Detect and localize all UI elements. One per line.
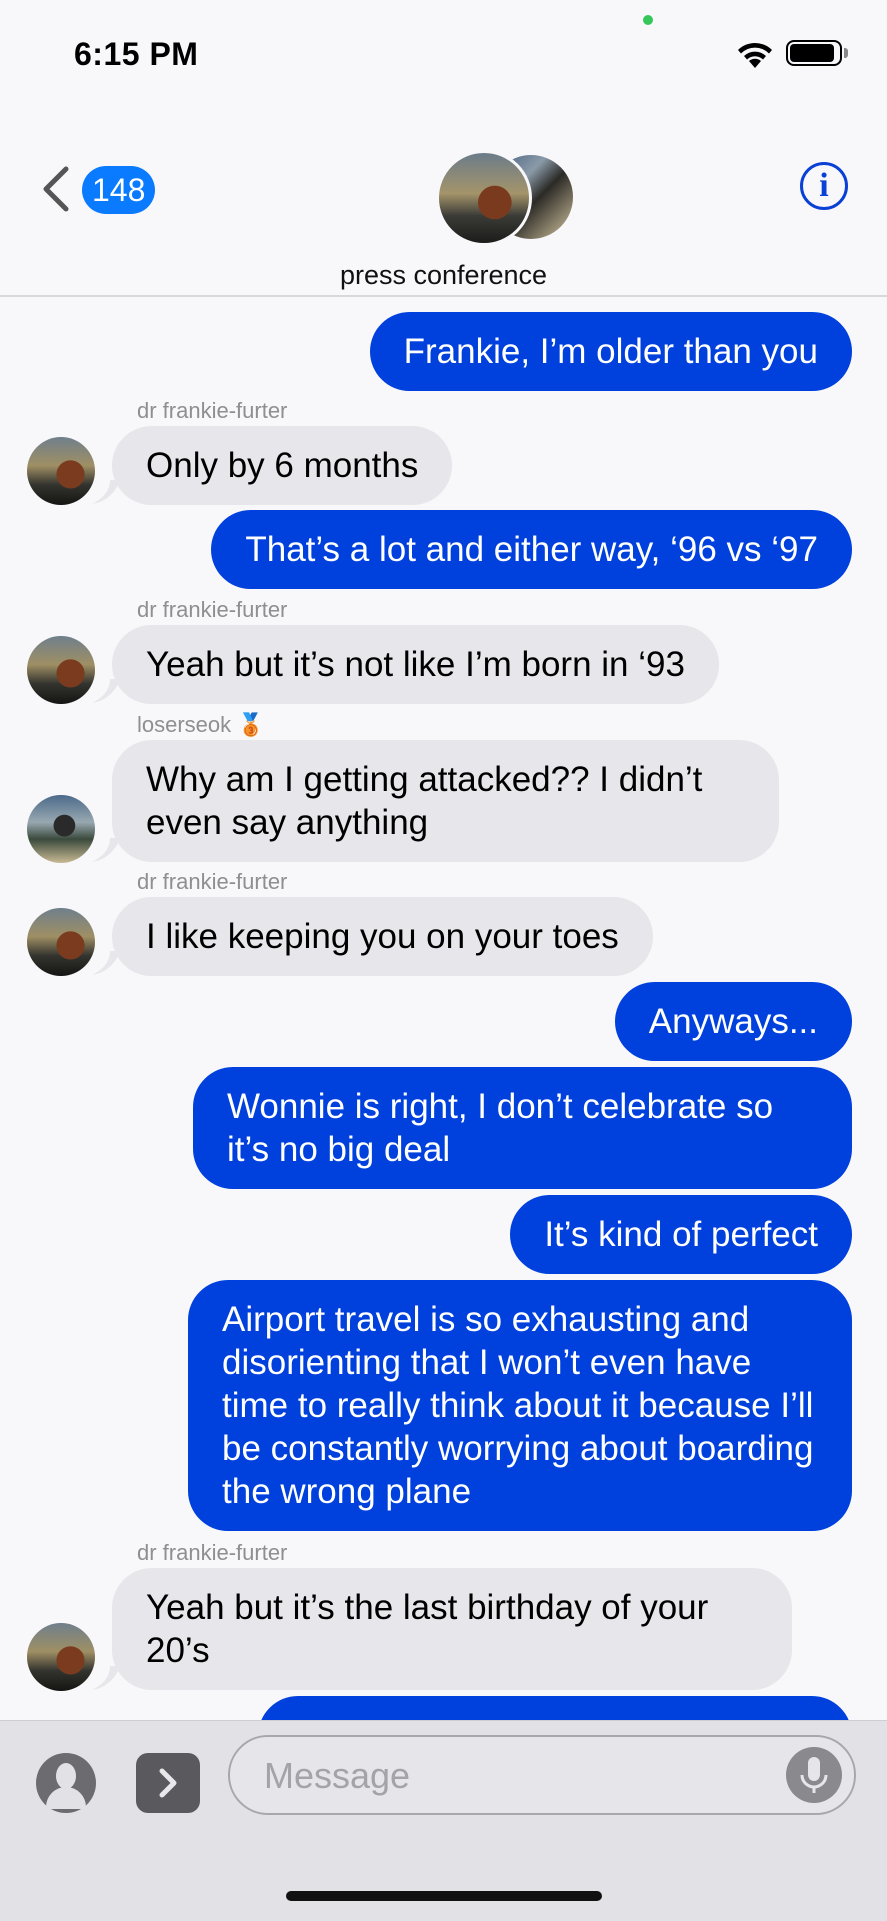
bubble-tail [92, 679, 120, 703]
input-bar: Message [0, 1720, 887, 1921]
sender-name: dr frankie-furter [137, 1540, 288, 1565]
sender-emoji: 🥉 [237, 712, 265, 737]
status-time: 6:15 PM [74, 36, 199, 72]
conversation-header: 148 press conference i [0, 110, 887, 297]
sender-avatar[interactable] [27, 795, 95, 863]
bubble-tail [92, 838, 120, 862]
message-bubble-incoming[interactable]: Yeah but it’s not like I’m born in ‘93 [112, 625, 719, 704]
sender-avatar[interactable] [27, 908, 95, 976]
unread-count-badge: 148 [82, 166, 156, 214]
wifi-icon [738, 42, 772, 68]
bubble-tail [92, 951, 120, 975]
microphone-icon[interactable] [786, 1747, 842, 1803]
sender-avatar[interactable] [27, 636, 95, 704]
message-input[interactable]: Message [228, 1735, 856, 1815]
group-avatar-1 [436, 150, 532, 246]
camera-indicator-icon [643, 15, 653, 25]
message-bubble-incoming[interactable]: Why am I getting attacked?? I didn’t eve… [112, 740, 779, 862]
message-bubble-outgoing[interactable]: Anyways... [614, 982, 852, 1061]
status-bar: 6:15 PM [0, 0, 887, 110]
back-chevron-icon [43, 166, 69, 212]
message-bubble-incoming[interactable]: I like keeping you on your toes [112, 897, 653, 976]
sender-name-text: loserseok [137, 712, 232, 737]
message-bubble-incoming[interactable]: Only by 6 months [112, 426, 453, 505]
message-bubble-outgoing[interactable]: Wonnie is right, I don’t celebrate so it… [193, 1067, 852, 1189]
home-indicator[interactable] [286, 1891, 602, 1901]
message-bubble-outgoing[interactable]: It’s kind of perfect [510, 1195, 852, 1274]
sender-name: dr frankie-furter [137, 597, 288, 622]
chevron-right-icon [159, 1768, 177, 1798]
sender-name: dr frankie-furter [137, 869, 288, 894]
group-avatars[interactable] [436, 150, 586, 250]
sender-avatar[interactable] [27, 437, 95, 505]
message-bubble-outgoing[interactable]: That’s a lot and either way, ‘96 vs ‘97 [211, 510, 852, 589]
back-button[interactable]: 148 [40, 160, 160, 216]
bubble-tail [92, 1666, 120, 1690]
message-bubble-outgoing[interactable]: Frankie, I’m older than you [369, 312, 852, 391]
apps-icon[interactable] [136, 1753, 200, 1813]
message-bubble-incoming[interactable]: Yeah but it’s the last birthday of your … [112, 1568, 792, 1690]
conversation-title[interactable]: press conference [0, 260, 887, 291]
message-placeholder: Message [264, 1755, 411, 1796]
info-icon[interactable]: i [800, 162, 848, 210]
message-bubble-outgoing[interactable]: Airport travel is so exhausting and diso… [188, 1280, 852, 1531]
bubble-tail [92, 480, 120, 504]
contact-icon[interactable] [36, 1753, 96, 1813]
battery-icon [786, 40, 852, 70]
sender-name: loserseok 🥉 [137, 712, 265, 738]
sender-avatar[interactable] [27, 1623, 95, 1691]
sender-name: dr frankie-furter [137, 398, 288, 423]
